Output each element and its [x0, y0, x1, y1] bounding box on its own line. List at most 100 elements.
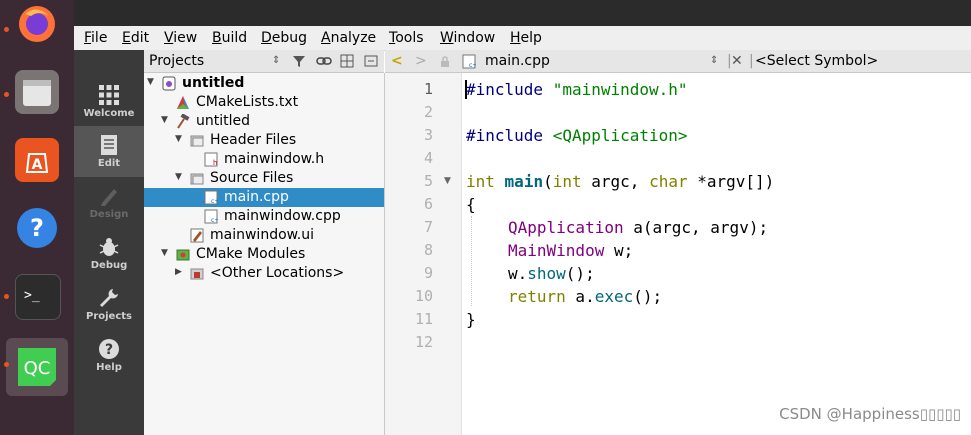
modules-folder-icon	[176, 249, 190, 261]
tree-item-label: CMake Modules	[196, 246, 306, 262]
tree-item-other-locations[interactable]: ▶ <Other Locations>	[144, 264, 384, 283]
code-line-10: return a.exec();	[508, 287, 663, 306]
code-line-11: }	[466, 310, 476, 329]
code-line-7: QApplication a(argc, argv);	[508, 218, 769, 237]
ui-form-icon	[190, 228, 204, 243]
mode-label: Help	[96, 362, 122, 373]
fold-arrow-icon[interactable]: ▼	[444, 176, 451, 186]
menu-analyze[interactable]: Analyze	[321, 30, 376, 46]
line-number: 4	[423, 149, 433, 167]
mode-welcome[interactable]: Welcome	[74, 76, 144, 127]
chevron-updown-icon[interactable]: ⇕	[710, 55, 718, 66]
svg-text:A: A	[32, 157, 43, 173]
expand-arrow-icon[interactable]: ▼	[147, 77, 157, 89]
editor-file-name[interactable]: main.cpp	[485, 53, 550, 69]
line-number: 7	[423, 218, 433, 236]
menu-view[interactable]: View	[164, 30, 197, 46]
watermark: CSDN @Happiness▯▯▯▯▯	[779, 405, 961, 423]
design-pen-icon	[101, 189, 117, 206]
mode-label: Debug	[90, 260, 128, 271]
menu-debug[interactable]: Debug	[261, 30, 307, 46]
hammer-icon	[177, 114, 190, 129]
projects-pane-header: Projects ⇕	[144, 50, 384, 73]
mode-label: Welcome	[83, 108, 135, 119]
code-line-5: int main(int argc, char *argv[])	[466, 172, 775, 191]
tree-item-mainwindow-cpp[interactable]: c+ mainwindow.cpp	[144, 207, 384, 226]
tree-item-source-files[interactable]: ▼ Source Files	[144, 169, 384, 188]
line-number: 1	[423, 80, 433, 98]
code-line-1: #include "mainwindow.h"	[466, 80, 688, 99]
running-indicator	[4, 92, 9, 97]
tree-item-label: mainwindow.cpp	[224, 208, 341, 224]
svg-text:c+: c+	[469, 62, 476, 69]
expand-arrow-icon[interactable]: ▼	[161, 115, 171, 127]
expand-arrow-icon[interactable]: ▼	[161, 248, 171, 260]
mode-debug[interactable]: Debug	[74, 228, 144, 279]
filter-icon[interactable]	[292, 54, 306, 68]
tree-item-label: mainwindow.ui	[210, 227, 315, 243]
running-indicator	[4, 362, 9, 367]
mode-edit[interactable]: Edit	[74, 126, 144, 177]
tree-item-cmake-modules[interactable]: ▼ CMake Modules	[144, 245, 384, 264]
expand-arrow-icon[interactable]: ▼	[175, 172, 185, 184]
lock-icon	[441, 56, 449, 67]
tree-item-mainwindow-ui[interactable]: mainwindow.ui	[144, 226, 384, 245]
tree-item-label: untitled	[196, 113, 251, 129]
svg-text:h: h	[213, 159, 217, 167]
collapse-arrow-icon[interactable]: ▶	[175, 267, 185, 279]
tree-item-project-root[interactable]: ▼ untitled	[144, 74, 384, 93]
svg-text:?: ?	[30, 214, 44, 242]
split-icon[interactable]	[340, 54, 354, 68]
code-line-6: {	[466, 195, 476, 214]
tree-item-cmakelists[interactable]: CMakeLists.txt	[144, 93, 384, 112]
close-file-icon[interactable]: ✕	[731, 53, 743, 69]
tree-item-label: <Other Locations>	[210, 265, 345, 281]
menubar: File Edit View Build Debug Analyze Tools…	[74, 26, 971, 51]
software-center-icon[interactable]: A	[15, 138, 59, 182]
chevron-updown-icon[interactable]: ⇕	[272, 55, 280, 66]
projects-wrench-icon	[100, 289, 118, 307]
help-app-icon[interactable]: ?	[15, 206, 59, 250]
project-icon	[162, 76, 176, 91]
tree-item-label: main.cpp	[224, 189, 289, 205]
mode-design[interactable]: Design	[74, 177, 144, 228]
tree-item-main-cpp[interactable]: c+ main.cpp	[144, 188, 384, 207]
mode-projects[interactable]: Projects	[74, 279, 144, 330]
files-icon[interactable]	[15, 70, 59, 114]
menu-tools[interactable]: Tools	[389, 30, 424, 46]
forward-arrow-icon[interactable]: >	[415, 53, 427, 69]
mode-label: Design	[89, 209, 129, 220]
line-number: 10	[414, 287, 433, 305]
close-pane-icon[interactable]	[364, 54, 378, 68]
mode-label: Projects	[85, 311, 132, 322]
tree-item-untitled-target[interactable]: ▼ untitled	[144, 112, 384, 131]
terminal-icon[interactable]: >_	[15, 274, 61, 320]
link-icon[interactable]	[316, 54, 332, 68]
code-line-3: #include <QApplication>	[466, 126, 688, 145]
cpp-file-icon: c+	[204, 190, 218, 205]
folder-icon	[190, 135, 204, 147]
tree-item-header-files[interactable]: ▼ Header Files	[144, 131, 384, 150]
line-number: 6	[423, 195, 433, 213]
menu-edit[interactable]: Edit	[122, 30, 149, 46]
code-editor[interactable]: #include "mainwindow.h" #include <QAppli…	[462, 73, 971, 435]
edit-document-icon	[101, 135, 117, 155]
mode-selector: Welcome Edit Design Debug Projects ? Hel…	[74, 50, 144, 435]
mode-help[interactable]: ? Help	[74, 330, 144, 381]
cpp-file-icon: c+	[462, 54, 476, 69]
menu-window[interactable]: Window	[440, 30, 495, 46]
qtcreator-dock-item[interactable]: QC	[6, 338, 68, 396]
expand-arrow-icon[interactable]: ▼	[175, 134, 185, 146]
symbol-selector[interactable]: <Select Symbol>	[755, 53, 878, 69]
back-arrow-icon[interactable]: <	[391, 53, 403, 69]
tree-item-label: Header Files	[210, 132, 297, 148]
line-number: 11	[414, 310, 433, 328]
menu-file[interactable]: File	[84, 30, 107, 46]
help-question-icon: ?	[99, 339, 119, 359]
menu-help[interactable]: Help	[510, 30, 542, 46]
tree-item-label: mainwindow.h	[224, 151, 325, 167]
cpp-file-icon: c+	[204, 209, 218, 224]
menu-build[interactable]: Build	[212, 30, 247, 46]
tree-item-mainwindow-h[interactable]: h mainwindow.h	[144, 150, 384, 169]
firefox-icon[interactable]	[15, 2, 59, 46]
